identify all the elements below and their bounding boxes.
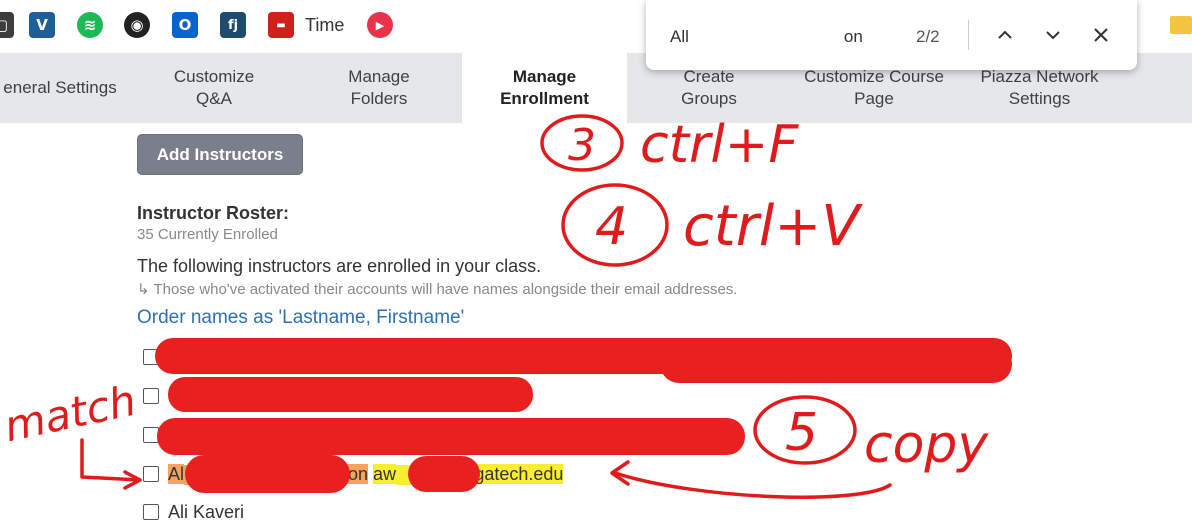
close-icon: [1094, 28, 1108, 42]
row-checkbox[interactable]: [143, 349, 159, 365]
activation-note: ↳ Those who've activated their accounts …: [137, 281, 738, 298]
match-highlight-name-hidden: [184, 465, 343, 485]
find-previous-button[interactable]: [992, 22, 1018, 48]
fj-icon[interactable]: fj: [220, 12, 246, 38]
find-match-count: 2/2: [916, 27, 940, 46]
find-bar: All on 2/2: [646, 0, 1137, 70]
tab-manage-folders[interactable]: Manage Folders: [300, 53, 458, 123]
folder-icon[interactable]: [1170, 16, 1192, 34]
app-icon[interactable]: ▢: [0, 12, 14, 38]
match-highlight-email-end: @gatech.edu: [456, 464, 564, 484]
match-arrow: [80, 438, 142, 482]
roster-title: Instructor Roster:: [137, 203, 290, 223]
order-names-link[interactable]: Order names as 'Lastname, Firstname': [137, 307, 464, 329]
chevron-up-icon: [998, 30, 1012, 39]
step3-circle: [540, 114, 624, 172]
find-next-button[interactable]: [1040, 22, 1066, 48]
tab-customize-qa[interactable]: Customize Q&A: [140, 53, 288, 123]
chevron-down-icon: [1046, 31, 1060, 40]
find-query-start: All: [670, 27, 689, 46]
match-highlight-email-start: aw: [373, 464, 397, 484]
row-name-match: Al ron aw @gatech.edu: [168, 464, 564, 485]
tab-general-settings[interactable]: eneral Settings: [0, 53, 130, 123]
copy-arrow: [613, 471, 892, 499]
row-checkbox[interactable]: [143, 466, 159, 482]
match-highlight-email-hidden: [396, 465, 457, 485]
find-query-end: on: [843, 27, 863, 46]
step4-circle: [561, 183, 669, 267]
step3-text: ctrl+F: [640, 115, 799, 175]
match-highlight-name-start: Al: [168, 464, 185, 484]
row-checkbox[interactable]: [143, 388, 159, 404]
find-query[interactable]: All on: [670, 27, 863, 47]
play-icon[interactable]: ▶: [367, 12, 393, 38]
tab-manage-enrollment[interactable]: Manage Enrollment: [462, 53, 627, 123]
spotify-icon[interactable]: ≋: [77, 12, 103, 38]
find-divider: [968, 20, 969, 50]
match-text: match: [0, 376, 140, 452]
enrolled-count: 35 Currently Enrolled: [137, 226, 278, 243]
github-icon[interactable]: ◉: [124, 12, 150, 38]
time-bookmark[interactable]: Time: [305, 15, 344, 36]
add-instructors-button[interactable]: Add Instructors: [137, 134, 303, 175]
step5-text: copy: [864, 415, 989, 475]
row-checkbox[interactable]: [143, 427, 159, 443]
match-arrow-head: [123, 470, 142, 490]
find-close-button[interactable]: [1088, 22, 1114, 48]
step4-text: ctrl+V: [683, 194, 863, 259]
redaction-row-3: [157, 418, 745, 455]
row-checkbox[interactable]: [143, 504, 159, 520]
step3-number: 3: [568, 120, 596, 171]
outlook-icon[interactable]: O: [172, 12, 198, 38]
roster-description: The following instructors are enrolled i…: [137, 256, 542, 276]
row-email: @gatech.edu, abhishek.p: [381, 347, 586, 367]
step5-number: 5: [785, 403, 818, 463]
oracle-icon[interactable]: ▬: [268, 12, 294, 38]
redaction-row-2: [168, 377, 533, 412]
match-highlight-name-end: ron: [342, 464, 369, 484]
step4-number: 4: [595, 197, 628, 257]
redaction-row-1-right: [660, 345, 1012, 383]
step5-circle: [753, 395, 857, 465]
copy-arrow-head: [610, 460, 630, 486]
row-name: Ali Kaveri: [168, 502, 245, 522]
v-icon[interactable]: V: [29, 12, 55, 38]
